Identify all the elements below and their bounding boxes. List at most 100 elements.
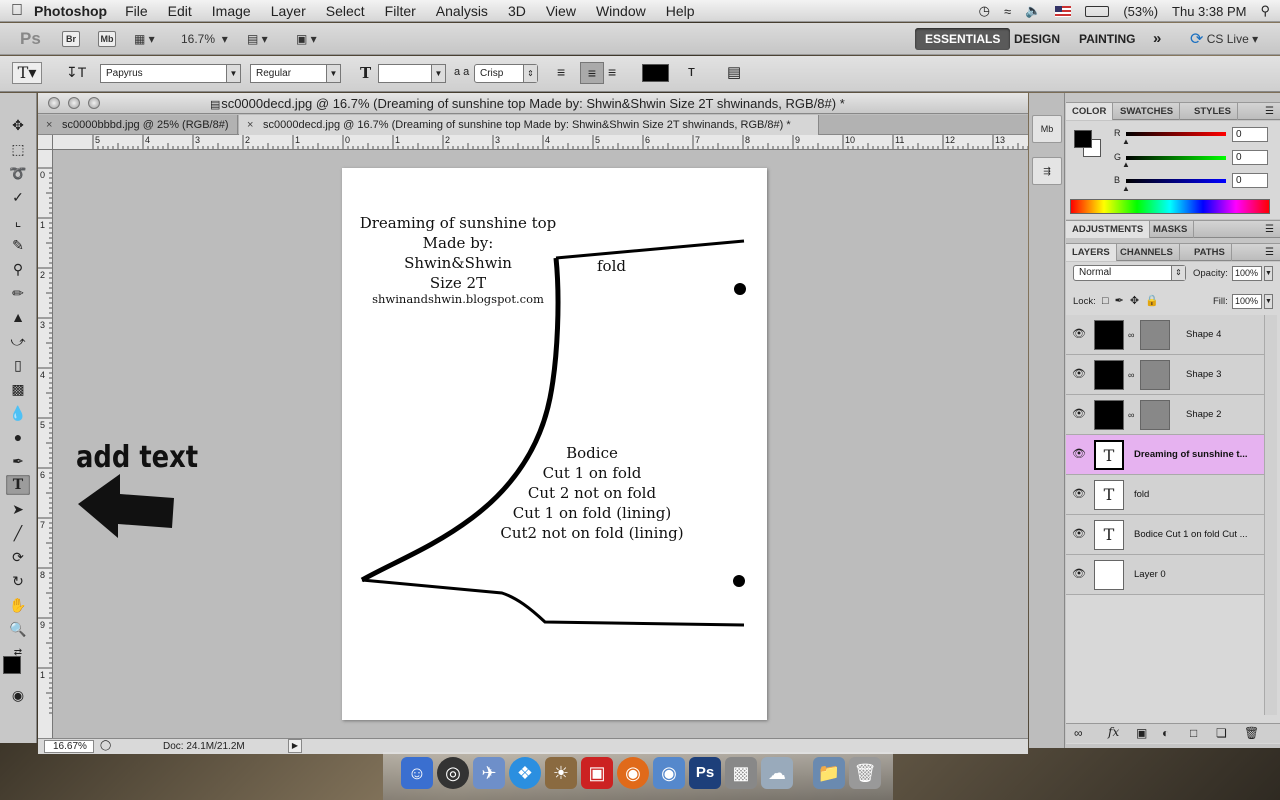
line-tool-icon[interactable]: ╱ (6, 523, 30, 543)
hand-tool-icon[interactable]: ✋ (6, 595, 30, 615)
text-orientation-icon[interactable]: ↧T (66, 64, 86, 81)
character-panel-icon[interactable]: ▤ (727, 63, 741, 81)
menu-layer[interactable]: Layer (271, 3, 306, 19)
workspace-design[interactable]: DESIGN (1004, 28, 1070, 50)
status-menu-arrow[interactable]: ▶ (288, 739, 302, 753)
slider-thumb-icon[interactable]: ▲ (1122, 137, 1130, 146)
tab-layers[interactable]: LAYERS (1066, 244, 1117, 261)
blue-value-field[interactable]: 0 (1232, 173, 1268, 188)
minimize-window-icon[interactable] (68, 97, 80, 109)
screen-mode-button[interactable]: ▣ ▾ (296, 29, 317, 49)
mail-icon[interactable]: ✈ (473, 757, 505, 789)
arrange-documents-button[interactable]: ▤ ▾ (247, 29, 268, 49)
dashboard-icon[interactable]: ◎ (437, 757, 469, 789)
panel-menu-icon[interactable]: ☰ (1265, 103, 1274, 120)
color-ramp[interactable] (1070, 199, 1270, 214)
lock-icons[interactable]: □✒✥🔒 (1102, 294, 1165, 307)
tab-swatches[interactable]: SWATCHES (1114, 103, 1181, 120)
layer-row-dreaming-text[interactable]: 👁 T Dreaming of sunshine t... (1066, 435, 1264, 475)
tab-styles[interactable]: STYLES (1188, 103, 1238, 120)
clone-stamp-tool-icon[interactable]: ▲ (6, 307, 30, 327)
font-size-select[interactable]: ▼ (378, 64, 446, 83)
layer-row-layer-0[interactable]: 👁 Layer 0 (1066, 555, 1264, 595)
menu-file[interactable]: File (125, 3, 148, 19)
tab-adjustments[interactable]: ADJUSTMENTS (1066, 221, 1151, 238)
menu-edit[interactable]: Edit (168, 3, 192, 19)
move-tool-icon[interactable]: ✥ (6, 115, 30, 135)
crop-tool-icon[interactable]: ⌞ (6, 211, 30, 231)
marquee-tool-icon[interactable]: ⬚ (6, 139, 30, 159)
workspace-painting[interactable]: PAINTING (1069, 28, 1145, 50)
antialias-select[interactable]: Crisp ⇕ (474, 64, 538, 83)
add-mask-icon[interactable]: ▣ (1136, 726, 1147, 740)
apple-menu-icon[interactable]:  (0, 2, 34, 20)
vector-mask-thumbnail[interactable] (1140, 400, 1170, 430)
history-panel-icon[interactable]: ⇶ (1032, 157, 1062, 185)
menu-analysis[interactable]: Analysis (436, 3, 488, 19)
close-window-icon[interactable] (48, 97, 60, 109)
preview-icon[interactable]: ☁ (761, 757, 793, 789)
new-group-icon[interactable]: □ (1190, 726, 1197, 740)
wifi-icon[interactable]: ≈ (1004, 4, 1011, 19)
slider-thumb-icon[interactable]: ▲ (1122, 160, 1130, 169)
slider-thumb-icon[interactable]: ▲ (1122, 184, 1130, 193)
visibility-eye-icon[interactable]: 👁 (1072, 367, 1086, 380)
path-selection-tool-icon[interactable]: ➤ (6, 499, 30, 519)
bridge-button[interactable]: Br (62, 31, 80, 47)
chevron-down-icon[interactable]: ▼ (1264, 294, 1273, 309)
blur-tool-icon[interactable]: 💧 (6, 403, 30, 423)
eyedropper-tool-icon[interactable]: ✎ (6, 235, 30, 255)
menu-filter[interactable]: Filter (385, 3, 416, 19)
lasso-tool-icon[interactable]: ➰ (6, 163, 30, 183)
visibility-eye-icon[interactable]: 👁 (1072, 527, 1086, 540)
type-tool-icon[interactable]: T (6, 475, 30, 495)
layer-row-bodice[interactable]: 👁 T Bodice Cut 1 on fold Cut ... (1066, 515, 1264, 555)
more-workspaces-button[interactable]: » (1143, 28, 1171, 50)
blend-mode-select[interactable]: Normal ⇕ (1073, 265, 1186, 281)
cs-live-button[interactable]: ⟳ CS Live ▾ (1190, 29, 1258, 49)
paint-bucket-tool-icon[interactable]: ▩ (6, 379, 30, 399)
align-center-icon[interactable]: ≡ (580, 62, 604, 84)
adjustment-layer-icon[interactable]: ◐ (1162, 726, 1169, 740)
fill-field[interactable]: 100% (1232, 294, 1262, 309)
layer-style-icon[interactable]: fx (1108, 725, 1119, 739)
clock[interactable]: Thu 3:38 PM (1172, 4, 1246, 19)
tab-sc0000bbbd[interactable]: × sc0000bbbd.jpg @ 25% (RGB/8#) (38, 115, 238, 135)
layer-row-fold[interactable]: 👁 T fold (1066, 475, 1264, 515)
trash-icon[interactable]: 🗑 (1244, 726, 1259, 740)
status-icon[interactable]: ◯ (100, 740, 111, 751)
font-family-select[interactable]: Papyrus ▼ (100, 64, 241, 83)
tab-color[interactable]: COLOR (1066, 103, 1114, 120)
folder-icon[interactable]: 📁 (813, 757, 845, 789)
photoshop-dock-icon[interactable]: Ps (689, 757, 721, 789)
tab-channels[interactable]: CHANNELS (1114, 244, 1180, 261)
layer-row-shape-3[interactable]: 👁 ∞ Shape 3 (1066, 355, 1264, 395)
firefox-icon[interactable]: ◉ (617, 757, 649, 789)
quick-mask-icon[interactable]: ◉ (6, 685, 30, 705)
zoom-window-icon[interactable] (88, 97, 100, 109)
tab-masks[interactable]: MASKS (1147, 221, 1195, 238)
visibility-eye-icon[interactable]: 👁 (1072, 567, 1086, 580)
foreground-color-swatch[interactable] (3, 656, 21, 674)
workspace-essentials[interactable]: ESSENTIALS (915, 28, 1011, 50)
zoom-tool-icon[interactable]: 🔍 (6, 619, 30, 639)
tab-paths[interactable]: PATHS (1188, 244, 1232, 261)
red-slider[interactable] (1126, 132, 1226, 136)
3d-orbit-tool-icon[interactable]: ↻ (6, 571, 30, 591)
horizontal-ruler[interactable]: 5 4 3 2 1 0 1 2 3 4 5 6 7 8 9 10 11 12 13 (53, 135, 1028, 150)
layers-scrollbar[interactable] (1264, 315, 1277, 715)
green-slider[interactable] (1126, 156, 1226, 160)
blue-slider[interactable] (1126, 179, 1226, 183)
tool-preset-picker[interactable]: T▾ (12, 62, 42, 84)
menu-help[interactable]: Help (666, 3, 695, 19)
chevron-down-icon[interactable]: ▼ (1264, 266, 1273, 281)
menu-window[interactable]: Window (596, 3, 646, 19)
close-tab-icon[interactable]: × (46, 115, 52, 135)
tab-sc0000decd[interactable]: × sc0000decd.jpg @ 16.7% (Dreaming of sun… (239, 115, 819, 135)
mini-bridge-panel-icon[interactable]: Mb (1032, 115, 1062, 143)
panel-menu-icon[interactable]: ☰ (1265, 244, 1274, 261)
vector-mask-thumbnail[interactable] (1140, 320, 1170, 350)
view-extras-button[interactable]: ▦ ▾ (134, 29, 155, 49)
input-flag-icon[interactable] (1055, 5, 1072, 17)
history-brush-tool-icon[interactable]: ⤻ (6, 331, 30, 351)
